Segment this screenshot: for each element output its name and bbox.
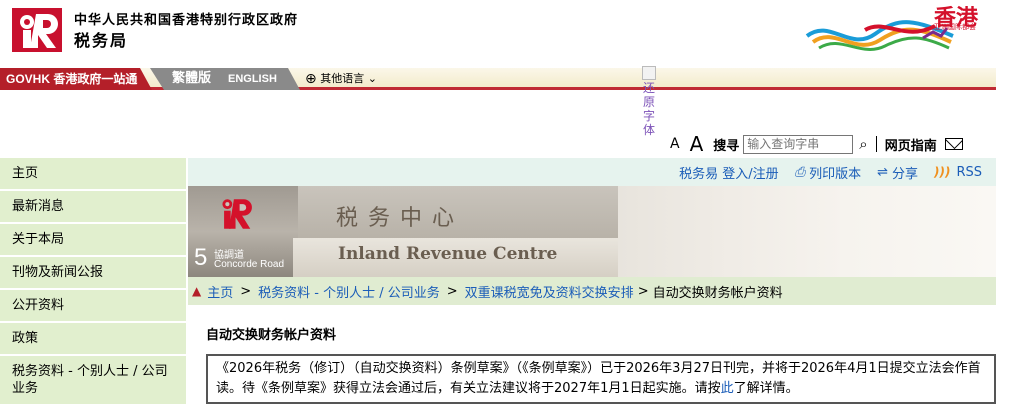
breadcrumb-current: 自动交换财务帐户资料 [652,285,783,301]
banner-address-en: Concorde Road [214,259,285,270]
print-version-link[interactable]: ⎙ 列印版本 [795,163,861,182]
home-icon: ▲ [192,284,202,298]
search-icon[interactable]: ⌕ [859,135,867,153]
notice-tail: 了解详情。 [733,381,799,396]
sidebar-item-news[interactable]: 最新消息 [0,191,186,224]
dept-name: 税务局 [74,31,129,50]
divider [875,136,877,152]
tools-row: A A 搜寻 ⌕ 网页指南 [670,132,963,156]
rss-icon: ))) [934,165,951,179]
printer-icon: ⎙ [794,164,806,180]
notice-box: 《2026年税务（修订）（自动交换资料）条例草案》（《条例草案》）已于2026年… [206,354,996,404]
chevron-down-icon: ⌄ [367,72,377,85]
banner-ird-logo [222,199,252,229]
share-link[interactable]: ⇌ 分享 [877,163,918,182]
utility-link-bar: 税务易 登入/注册 ⎙ 列印版本 ⇌ 分享 ))) RSS [188,158,996,186]
sidebar-item-about[interactable]: 关于本局 [0,224,186,257]
etax-login-link[interactable]: 税务易 登入/注册 [679,163,779,182]
share-icon: ⇌ [877,164,888,180]
banner-glass [618,186,996,277]
font-size-small-button[interactable]: A [670,136,680,152]
sidebar-item-tax-info[interactable]: 税务资料 - 个别人士 / 公司业务 [0,356,186,406]
globe-icon: ⊕ [305,71,317,87]
govhk-link[interactable]: GOVHK 香港政府一站通 [0,68,152,90]
breadcrumb-tax-info[interactable]: 税务资料 - 个别人士 / 公司业务 [258,282,440,301]
sidebar-item-public-info[interactable]: 公开资料 [0,290,186,323]
lang-english-link[interactable]: ENGLISH [228,68,277,90]
rss-link[interactable]: ))) RSS [934,165,982,180]
main-content: 税务易 登入/注册 ⎙ 列印版本 ⇌ 分享 ))) RSS 税务中心 Inland R… [188,158,996,404]
banner-building-cn: 税务中心 [336,206,465,231]
page-title: 自动交换财务帐户资料 [206,328,337,343]
banner-building-en: Inland Revenue Centre [338,244,558,264]
other-languages-menu[interactable]: ⊕ 其他语言 ⌄ [305,68,377,90]
notice-details-link[interactable]: 此 [721,381,734,396]
sidebar-item-publications[interactable]: 刊物及新闻公报 [0,257,186,290]
breadcrumb-double-tax[interactable]: 双重课税宽免及资料交换安排 [465,282,634,301]
brand-tagline: 亚洲国际都会 [934,23,976,31]
notice-text: 《2026年税务（修订）（自动交换资料）条例草案》（《条例草案》）已于2026年… [216,361,981,396]
restore-font-button[interactable]: 还原字体 [641,66,657,137]
search-input[interactable] [743,134,854,154]
lang-traditional-link[interactable]: 繁體版 [172,68,211,90]
site-header: 中华人民共和国香港特别行政区政府 税务局 香港 亚洲国际都会 [0,0,996,68]
search-label: 搜寻 [713,138,740,154]
gov-name: 中华人民共和国香港特别行政区政府 [74,13,299,28]
breadcrumb-separator: > [637,283,649,299]
brand-hk-logo[interactable]: 香港 亚洲国际都会 [805,0,980,60]
restore-font-label: 还原字体 [642,81,655,137]
broken-image-icon [642,66,656,80]
sidebar-item-home[interactable]: 主页 [0,158,186,191]
breadcrumb-separator: > [446,283,458,299]
breadcrumb-home[interactable]: 主页 [207,282,233,301]
other-languages-label: 其他语言 [320,72,365,85]
breadcrumb-separator: > [240,283,252,299]
dragon-icon [805,20,954,51]
site-guide-link[interactable]: 网页指南 [885,135,937,154]
breadcrumb: ▲ 主页 > 税务资料 - 个别人士 / 公司业务 > 双重课税宽免及资料交换安… [188,277,996,305]
page-banner: 税务中心 Inland Revenue Centre 5 協調道 Concord… [188,186,996,277]
mail-icon[interactable] [944,138,963,150]
ird-logo[interactable] [12,8,62,52]
top-nav-bar: GOVHK 香港政府一站通 繁體版 ENGLISH ⊕ 其他语言 ⌄ [0,68,996,90]
font-size-large-button[interactable]: A [690,132,704,156]
banner-address-number: 5 [194,244,208,271]
language-switcher: 繁體版 ENGLISH [150,68,300,90]
sidebar-nav: 主页 最新消息 关于本局 刊物及新闻公报 公开资料 政策 税务资料 - 个别人士… [0,158,186,406]
sidebar-item-policy[interactable]: 政策 [0,323,186,356]
